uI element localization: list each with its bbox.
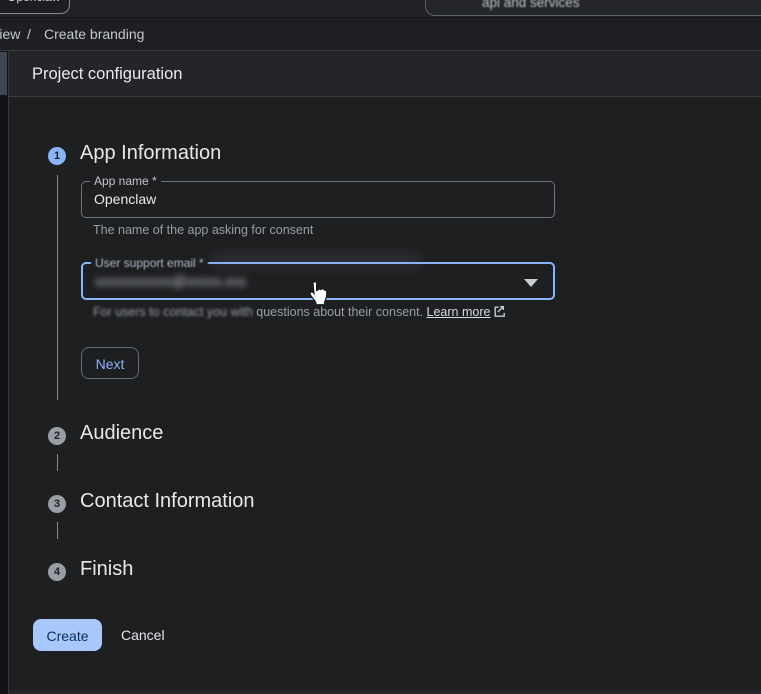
step-2-number: 2 [53, 430, 61, 442]
left-gutter [0, 51, 8, 694]
breadcrumb-current: Create branding [44, 26, 145, 42]
step-2-title: Audience [80, 422, 164, 444]
browser-topbar: Openclaw api and services [0, 0, 761, 18]
breadcrumb-separator: / [27, 26, 31, 42]
step-4-indicator: 4 [48, 563, 66, 581]
panel-header: Project configuration [9, 51, 761, 97]
dropdown-arrow-icon[interactable] [524, 279, 538, 287]
next-button[interactable]: Next [81, 347, 139, 379]
step-2-indicator: 2 [48, 427, 66, 445]
support-email-field[interactable]: User support email * xxxxxxxxxxx@xxxxx.x… [81, 253, 555, 300]
learn-more-link[interactable]: Learn more [427, 305, 491, 319]
step-1-connector [57, 175, 58, 400]
support-email-helper: For users to contact you with questions … [93, 305, 506, 320]
support-email-value-redacted[interactable]: xxxxxxxxxxx@xxxxx.xxx [95, 264, 246, 299]
browser-tab-openclaw[interactable]: Openclaw [0, 0, 70, 14]
step-2-connector [57, 454, 58, 471]
scrollbar-thumb[interactable] [0, 52, 7, 95]
page-title: Project configuration [32, 65, 183, 83]
app-name-helper: The name of the app asking for consent [93, 223, 314, 237]
browser-tab-api-label: api and services [482, 0, 580, 10]
app-name-value[interactable]: Openclaw [94, 182, 156, 217]
panel-content: 1 App Information App name * Openclaw Th… [9, 98, 761, 690]
step-1-number: 1 [53, 150, 61, 162]
breadcrumb: Overview / Create branding [0, 18, 761, 51]
step-4-number: 4 [53, 566, 61, 578]
support-email-helper-clear: questions about their consent. [256, 305, 427, 319]
external-link-icon [493, 305, 506, 320]
create-button[interactable]: Create [33, 619, 102, 651]
step-3-connector [57, 522, 58, 539]
breadcrumb-parent[interactable]: Overview [0, 18, 20, 50]
browser-tab-label: Openclaw [7, 0, 60, 4]
step-3-number: 3 [53, 498, 61, 510]
step-4-title: Finish [80, 558, 134, 580]
app-name-field[interactable]: App name * Openclaw [81, 174, 555, 218]
browser-tab-api-services[interactable]: api and services [425, 0, 761, 16]
support-email-helper-blurred: For users to contact you with [93, 305, 257, 319]
step-3-indicator: 3 [48, 495, 66, 513]
step-1-indicator: 1 [48, 147, 66, 165]
cancel-button[interactable]: Cancel [109, 619, 177, 651]
bottom-strip [9, 690, 761, 694]
screen: Openclaw api and services Overview / Cre… [0, 0, 761, 694]
step-1-title: App Information [80, 142, 222, 164]
step-3-title: Contact Information [80, 490, 255, 512]
